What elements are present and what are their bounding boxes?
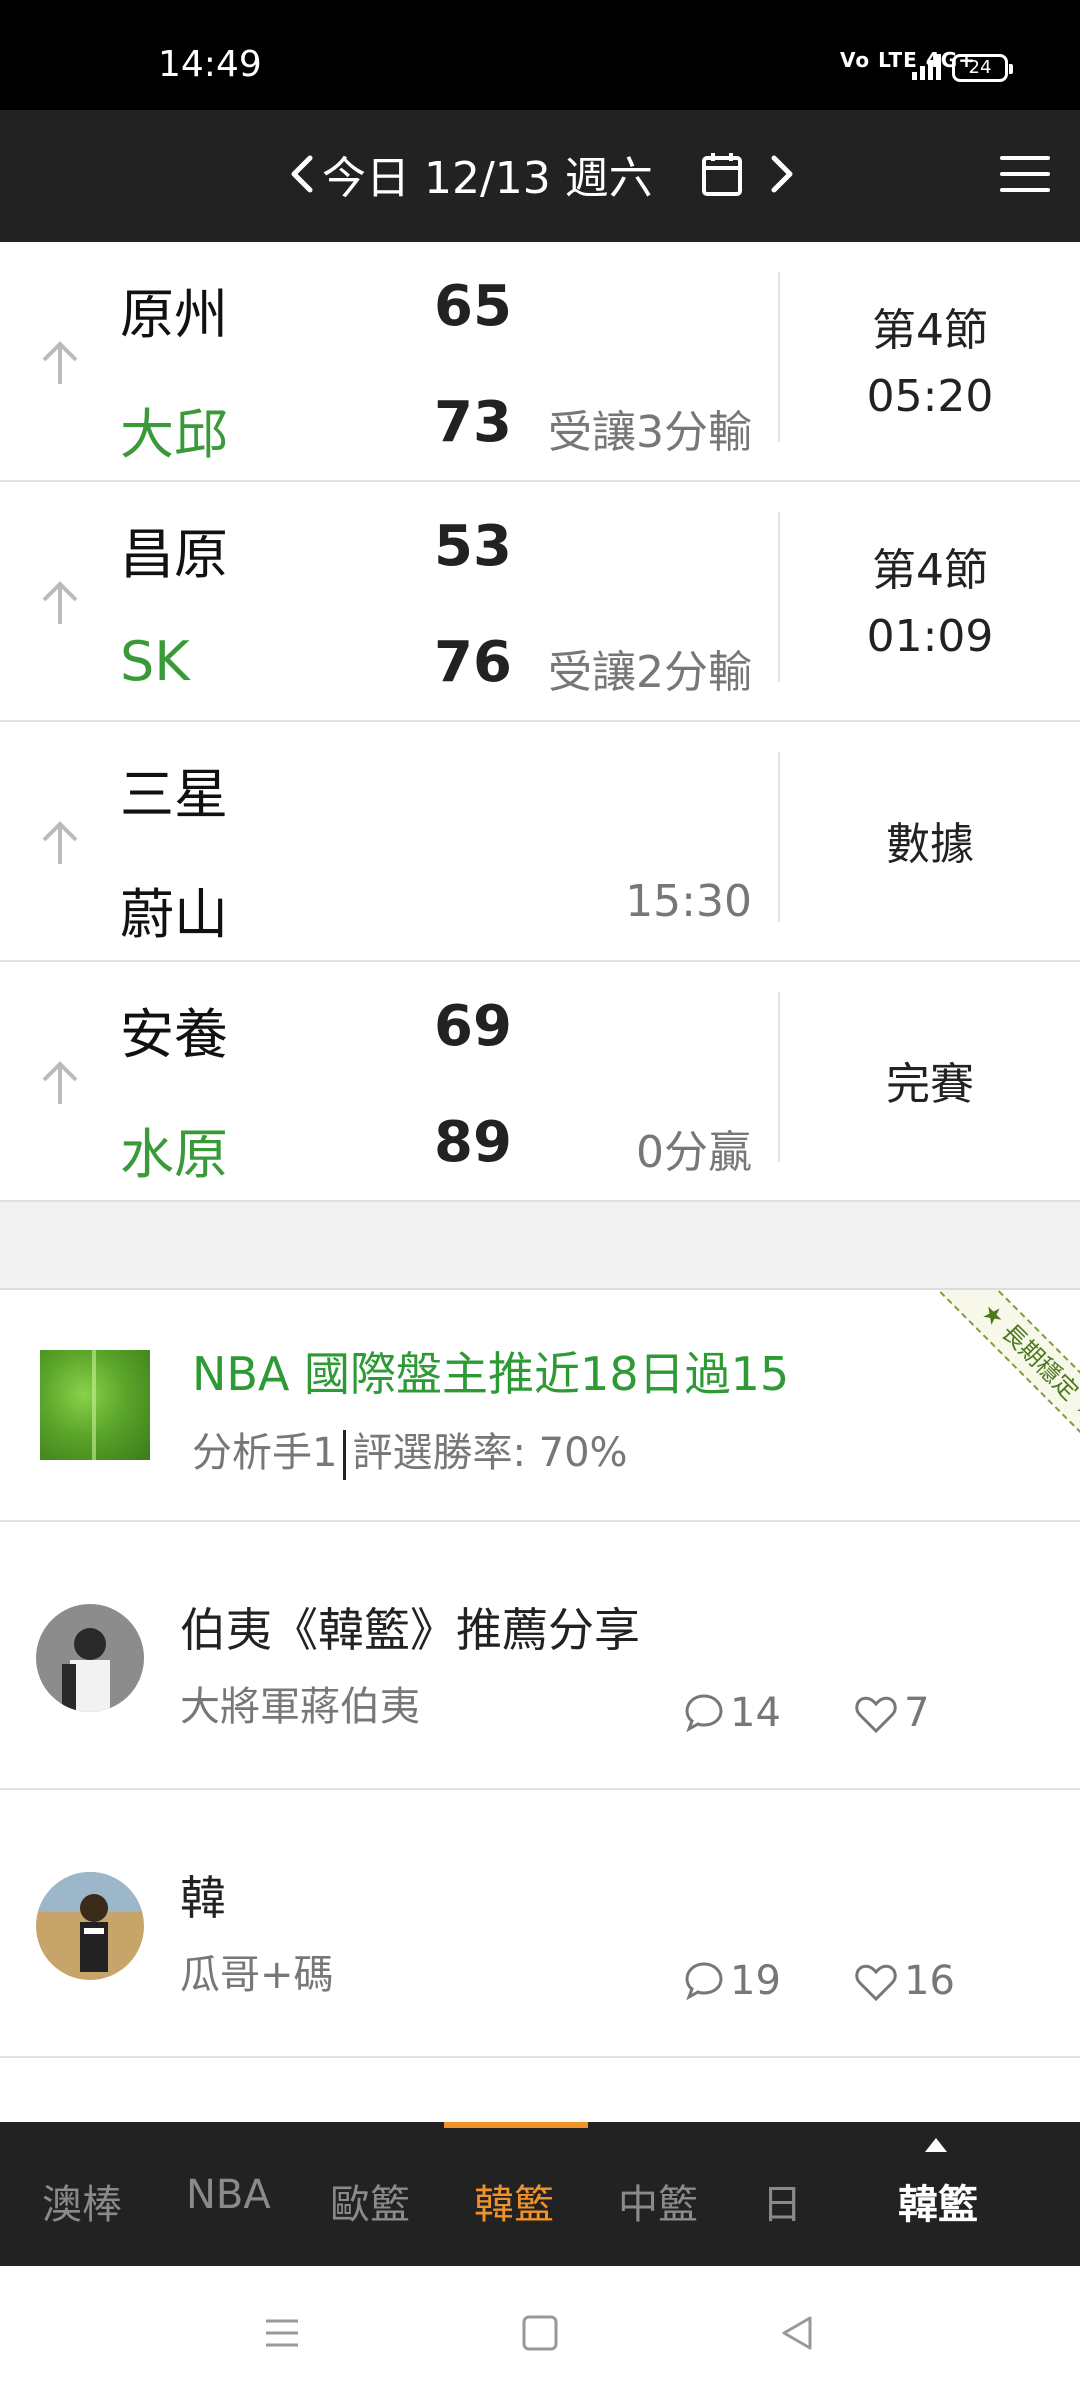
away-team: 大邱 xyxy=(120,403,228,466)
home-score: 65 xyxy=(434,274,512,339)
match-status: 第4節 05:20 xyxy=(780,298,1080,430)
section-gap xyxy=(0,1202,1080,1290)
arrow-up-icon xyxy=(42,1061,78,1104)
comment-icon xyxy=(685,1694,723,1732)
tab-aus-baseball[interactable]: 澳棒 xyxy=(42,2172,122,2230)
calendar-icon[interactable] xyxy=(700,150,744,200)
battery-icon: 24 xyxy=(952,54,1013,82)
arrow-up-icon xyxy=(42,821,78,864)
start-time: 15:30 xyxy=(625,876,752,927)
away-score: 76 xyxy=(434,630,512,695)
leaf-thumbnail xyxy=(40,1350,150,1460)
away-score: 73 xyxy=(434,390,512,455)
home-icon[interactable] xyxy=(510,2308,570,2358)
promo-title[interactable]: NBA 國際盤主推近18日過15 xyxy=(192,1338,789,1404)
like-count: 16 xyxy=(904,1958,955,2004)
tab-china-basketball[interactable]: 中籃 xyxy=(618,2172,698,2230)
post-author: 大將軍蔣伯夷 xyxy=(180,1684,420,1730)
analyst-name: 分析手1 xyxy=(192,1430,338,1476)
heart-icon[interactable] xyxy=(854,1694,898,1734)
post-item[interactable]: 韓 瓜哥+碼 19 16 xyxy=(0,1790,1080,2058)
match-period: 第4節 xyxy=(872,305,988,356)
handicap-result: 0分贏 xyxy=(636,1127,752,1178)
post-title[interactable]: 韓 xyxy=(180,1862,226,1928)
system-nav-bar xyxy=(0,2266,1080,2400)
chevron-left-icon[interactable] xyxy=(282,144,322,204)
home-score: 69 xyxy=(434,994,512,1059)
match-clock: 05:20 xyxy=(866,371,994,422)
status-bar: 14:49 Vo LTE 4G+ 24 xyxy=(0,0,1080,110)
home-team: 原州 xyxy=(120,283,228,346)
home-team: 三星 xyxy=(120,763,228,826)
post-author: 瓜哥+碼 xyxy=(180,1952,334,1998)
league-tab-bar: 澳棒 NBA 歐籃 韓籃 中籃 日 韓籃 xyxy=(0,2122,1080,2266)
hamburger-menu-icon[interactable] xyxy=(1000,156,1052,196)
avatar xyxy=(36,1604,144,1712)
app-screen: 14:49 Vo LTE 4G+ 24 今日 12/13 週六 原州 大邱 65… xyxy=(0,0,1080,2400)
status-time: 14:49 xyxy=(158,44,262,85)
away-team: 蔚山 xyxy=(120,883,228,946)
handicap-result: 受讓2分輸 xyxy=(548,647,752,698)
league-selector[interactable]: 韓籃 xyxy=(898,2172,978,2230)
match-status: 第4節 01:09 xyxy=(780,538,1080,670)
date-header: 今日 12/13 週六 xyxy=(0,110,1080,242)
stable-ribbon: ★ 長期穩定 ★ xyxy=(939,1290,1080,1463)
arrow-up-icon xyxy=(42,341,78,384)
caret-up-icon xyxy=(925,2138,947,2152)
away-team: SK xyxy=(120,630,190,693)
chevron-right-icon[interactable] xyxy=(762,144,802,204)
date-title[interactable]: 今日 12/13 週六 xyxy=(322,142,653,206)
like-count: 7 xyxy=(904,1690,930,1736)
match-row[interactable]: 原州 大邱 65 73 受讓3分輸 第4節 05:20 xyxy=(0,242,1080,482)
match-row[interactable]: 昌原 SK 53 76 受讓2分輸 第4節 01:09 xyxy=(0,482,1080,722)
comment-count: 19 xyxy=(730,1958,781,2004)
match-row[interactable]: 三星 蔚山 15:30 數據 xyxy=(0,722,1080,962)
match-row[interactable]: 安養 水原 69 89 0分贏 完賽 xyxy=(0,962,1080,1202)
heart-icon[interactable] xyxy=(854,1962,898,2002)
away-score: 89 xyxy=(434,1110,512,1175)
tab-nba[interactable]: NBA xyxy=(186,2172,271,2218)
home-team: 昌原 xyxy=(120,523,228,586)
comment-count: 14 xyxy=(730,1690,781,1736)
tab-korea-basketball[interactable]: 韓籃 xyxy=(474,2172,554,2230)
home-team: 安養 xyxy=(120,1003,228,1066)
stats-link[interactable]: 數據 xyxy=(780,808,1080,872)
handicap-result: 受讓3分輸 xyxy=(548,407,752,458)
signal-icon xyxy=(912,54,941,80)
active-tab-indicator xyxy=(444,2122,588,2128)
tab-japan[interactable]: 日 xyxy=(762,2172,802,2230)
away-team: 水原 xyxy=(120,1123,228,1186)
tab-euro-basketball[interactable]: 歐籃 xyxy=(330,2172,410,2230)
match-period: 第4節 xyxy=(872,545,988,596)
arrow-up-icon xyxy=(42,581,78,624)
home-score: 53 xyxy=(434,514,512,579)
match-status: 完賽 xyxy=(886,1059,974,1110)
post-title[interactable]: 伯夷《韓籃》推薦分享 xyxy=(180,1594,640,1660)
promo-subtitle: 分析手1 評選勝率: 70% xyxy=(192,1420,628,1480)
avatar xyxy=(36,1872,144,1980)
menu-icon[interactable] xyxy=(252,2308,312,2358)
promo-card[interactable]: NBA 國際盤主推近18日過15 分析手1 評選勝率: 70% ★ 長期穩定 ★ xyxy=(0,1290,1080,1522)
win-rate: 評選勝率: 70% xyxy=(352,1430,628,1476)
comment-icon xyxy=(685,1962,723,2000)
match-clock: 01:09 xyxy=(866,611,994,662)
battery-level: 24 xyxy=(968,57,992,78)
post-item[interactable]: 伯夷《韓籃》推薦分享 大將軍蔣伯夷 14 7 xyxy=(0,1522,1080,1790)
back-icon[interactable] xyxy=(768,2308,828,2358)
